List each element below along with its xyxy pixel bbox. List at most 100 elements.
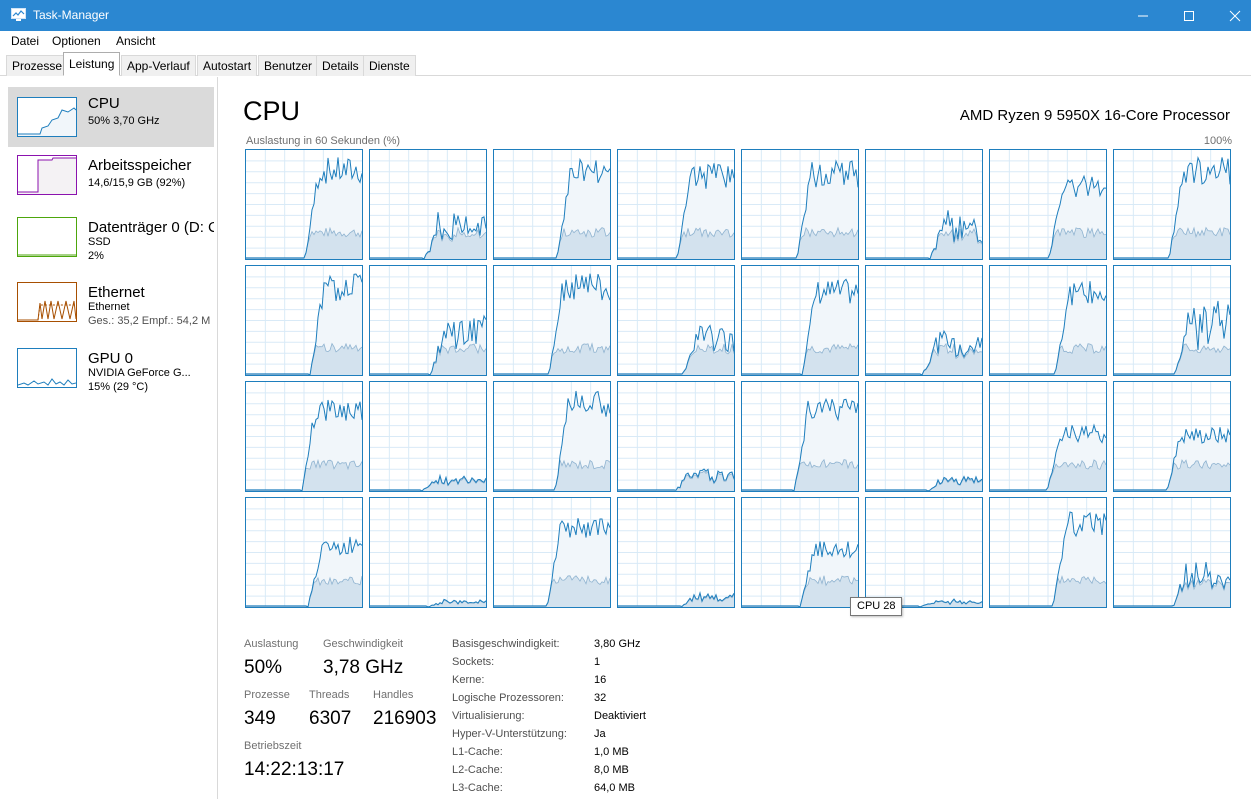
menu-ansicht[interactable]: Ansicht <box>116 34 155 48</box>
info-value: Deaktiviert <box>594 710 646 722</box>
cpu-core-graph[interactable] <box>493 149 611 260</box>
cpu-core-graph[interactable] <box>1113 381 1231 492</box>
info-label: Virtualisierung: <box>452 710 525 722</box>
cpu-core-graph[interactable] <box>245 265 363 376</box>
cpu-core-graph[interactable] <box>865 265 983 376</box>
stat-label: Betriebszeit <box>244 740 302 752</box>
cpu-core-graph[interactable] <box>741 497 859 608</box>
cpu-core-graph[interactable] <box>493 497 611 608</box>
info-label: Kerne: <box>452 674 485 686</box>
sidebar-item-title: GPU 0 <box>88 350 134 367</box>
cpu-core-graph[interactable] <box>617 265 735 376</box>
graph-caption: Auslastung in 60 Sekunden (%) <box>246 135 401 147</box>
tab-details[interactable]: Details <box>316 55 365 76</box>
cpu-core-graph[interactable] <box>989 265 1107 376</box>
tab-leistung[interactable]: Leistung <box>63 52 121 76</box>
cpu-core-graph[interactable] <box>369 497 487 608</box>
info-label: L2-Cache: <box>452 764 503 776</box>
cpu-core-graph[interactable] <box>617 149 735 260</box>
sidebar-item-cpu[interactable]: CPU 50% 3,70 GHz <box>8 87 214 147</box>
minimize-icon <box>1138 15 1148 17</box>
cpu-core-graph[interactable] <box>369 265 487 376</box>
sidebar: CPU 50% 3,70 GHz Arbeitsspeicher 14,6/15… <box>0 77 218 799</box>
cpu-core-graph[interactable] <box>741 265 859 376</box>
cpu-core-graph[interactable] <box>741 381 859 492</box>
sidebar-item-title: Datenträger 0 (D: C <box>88 219 214 236</box>
sidebar-item-title: CPU <box>88 95 120 112</box>
cpu-core-graph[interactable] <box>865 149 983 260</box>
stat-value-utilization: 50% <box>244 657 283 678</box>
info-value: 32 <box>594 692 607 704</box>
sidebar-item-title: Ethernet <box>88 284 145 301</box>
cpu-core-graph[interactable] <box>865 381 983 492</box>
cpu-core-graph[interactable] <box>493 381 611 492</box>
task-manager-icon <box>11 8 26 21</box>
stat-value-handles: 216903 <box>373 708 437 729</box>
menu-datei[interactable]: Datei <box>11 34 39 48</box>
info-value: 3,80 GHz <box>594 638 641 650</box>
cpu-core-graph[interactable] <box>493 265 611 376</box>
info-label: Logische Prozessoren: <box>452 692 564 704</box>
maximize-icon <box>1184 11 1194 21</box>
cpu-core-graph[interactable] <box>617 497 735 608</box>
cpu-core-graph[interactable] <box>245 497 363 608</box>
tab-prozesse[interactable]: Prozesse <box>6 55 69 76</box>
info-value: 1 <box>594 656 601 668</box>
sidebar-item-detail: 15% (29 °C) <box>88 381 149 393</box>
sidebar-item-memory[interactable]: Arbeitsspeicher 14,6/15,9 GB (92%) <box>8 149 214 209</box>
minimize-button[interactable] <box>1120 0 1166 31</box>
info-label: L3-Cache: <box>452 782 503 794</box>
sidebar-item-detail: 2% <box>88 250 104 262</box>
cpu-core-graph[interactable] <box>989 381 1107 492</box>
menu-optionen[interactable]: Optionen <box>52 34 101 48</box>
maximize-button[interactable] <box>1166 0 1212 31</box>
stat-value-processes: 349 <box>244 708 276 729</box>
info-value: 8,0 MB <box>594 764 629 776</box>
sidebar-item-gpu[interactable]: GPU 0 NVIDIA GeForce G... 15% (29 °C) <box>8 342 214 402</box>
tab-app-verlauf[interactable]: App-Verlauf <box>121 55 196 76</box>
sidebar-item-disk[interactable]: Datenträger 0 (D: C SSD 2% <box>8 211 214 271</box>
sidebar-item-detail: 14,6/15,9 GB (92%) <box>88 177 186 189</box>
cpu-core-graph[interactable] <box>617 381 735 492</box>
cpu-core-graph[interactable] <box>245 149 363 260</box>
memory-thumbnail-graph <box>17 155 77 195</box>
graph-max-label: 100% <box>1203 135 1232 147</box>
ethernet-thumbnail-graph <box>17 282 77 322</box>
close-button[interactable] <box>1212 0 1251 31</box>
cpu-core-graph[interactable] <box>369 381 487 492</box>
info-value: 64,0 MB <box>594 782 635 794</box>
info-label: Hyper-V-Unterstützung: <box>452 728 567 740</box>
sidebar-item-detail: Ethernet <box>88 301 130 313</box>
sidebar-item-detail: SSD <box>88 236 111 248</box>
cpu-core-graph[interactable] <box>369 149 487 260</box>
cpu-core-graph[interactable] <box>741 149 859 260</box>
sidebar-item-ethernet[interactable]: Ethernet Ethernet Ges.: 35,2 Empf.: 54,2… <box>8 276 214 336</box>
info-label: Sockets: <box>452 656 495 668</box>
cpu-core-graph[interactable] <box>1113 149 1231 260</box>
tab-autostart[interactable]: Autostart <box>197 55 258 76</box>
page-title: CPU <box>243 96 301 126</box>
cpu-core-graph[interactable] <box>245 381 363 492</box>
cpu-core-graph[interactable] <box>989 497 1107 608</box>
stat-label: Threads <box>309 689 350 701</box>
tab-benutzer[interactable]: Benutzer <box>258 55 319 76</box>
stat-label: Geschwindigkeit <box>323 638 404 650</box>
info-value: 16 <box>594 674 607 686</box>
sidebar-item-detail: 50% 3,70 GHz <box>88 115 160 127</box>
sidebar-item-detail: Ges.: 35,2 Empf.: 54,2 M <box>88 315 211 327</box>
tab-dienste[interactable]: Dienste <box>363 55 416 76</box>
cpu-core-graph[interactable] <box>865 497 983 608</box>
cpu-core-graph[interactable] <box>1113 265 1231 376</box>
stat-label: Auslastung <box>244 638 299 650</box>
cpu-core-graph[interactable] <box>989 149 1107 260</box>
info-value: 1,0 MB <box>594 746 629 758</box>
cpu-core-graph[interactable] <box>1113 497 1231 608</box>
tab-bar: Prozesse Leistung App-Verlauf Autostart … <box>0 51 1251 76</box>
stat-value-speed: 3,78 GHz <box>323 657 404 678</box>
menu-bar: Datei Optionen Ansicht <box>0 31 1251 51</box>
stat-label: Handles <box>373 689 414 701</box>
info-label: L1-Cache: <box>452 746 503 758</box>
gpu-thumbnail-graph <box>17 348 77 388</box>
disk-thumbnail-graph <box>17 217 77 257</box>
title-bar: Task-Manager <box>0 0 1251 31</box>
